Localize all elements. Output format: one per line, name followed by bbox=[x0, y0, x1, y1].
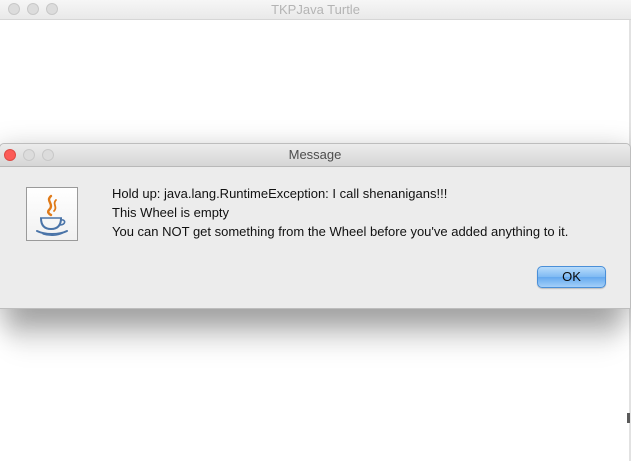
message-line-1: Hold up: java.lang.RuntimeException: I c… bbox=[112, 186, 448, 201]
dialog-shadow bbox=[6, 306, 621, 356]
turtle-window-title: TKPJava Turtle bbox=[271, 2, 360, 17]
message-line-3: You can NOT get something from the Wheel… bbox=[112, 224, 569, 239]
message-dialog: Message Hold up: java.lang.RuntimeExcept… bbox=[0, 143, 631, 309]
message-line-2: This Wheel is empty bbox=[112, 205, 230, 220]
java-coffee-cup-icon bbox=[26, 187, 78, 241]
scroll-marker bbox=[627, 413, 630, 423]
message-dialog-title: Message bbox=[288, 147, 342, 162]
screen: TKPJava Turtle Message Hold up: java.lan… bbox=[0, 0, 631, 461]
message-dialog-titlebar: Message bbox=[0, 144, 630, 167]
turtle-window-titlebar: TKPJava Turtle bbox=[0, 0, 631, 20]
ok-button[interactable]: OK bbox=[537, 266, 606, 288]
